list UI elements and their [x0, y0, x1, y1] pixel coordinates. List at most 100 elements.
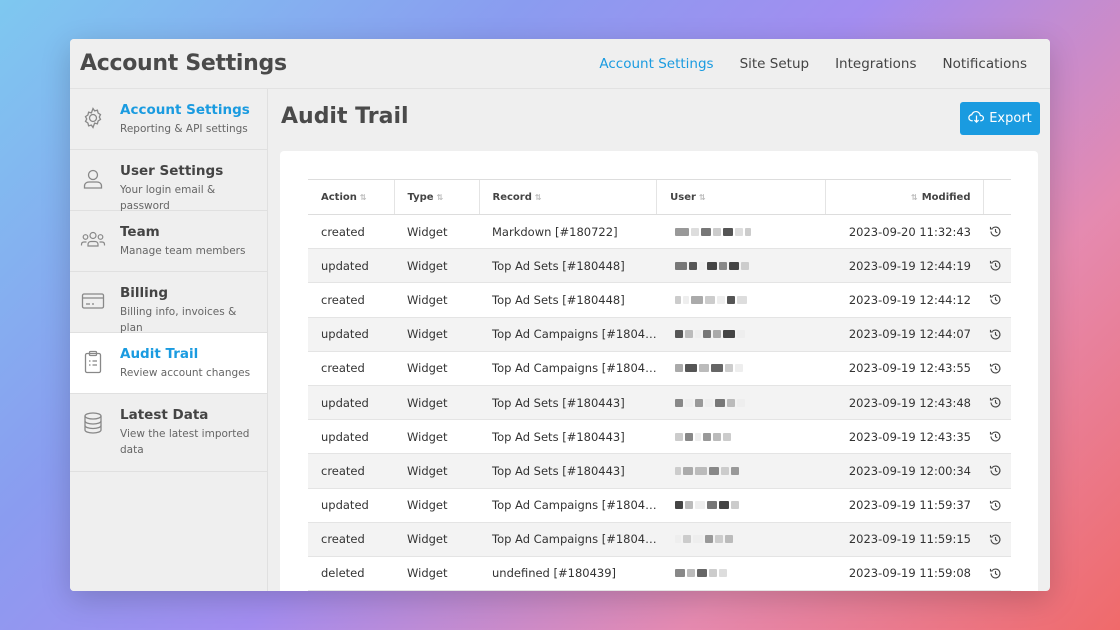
sidebar-item-account-settings[interactable]: Account Settings Reporting & API setting…	[70, 89, 267, 150]
top-nav-site-setup[interactable]: Site Setup	[727, 56, 823, 72]
cell-action: updated	[308, 488, 394, 523]
cell-record: Top Ad Sets [#180448]	[479, 248, 657, 284]
sidebar-item-billing[interactable]: Billing Billing info, invoices & plan	[70, 272, 267, 334]
sort-icon: ⇅	[359, 192, 367, 202]
cell-user-redacted	[656, 556, 826, 591]
history-icon[interactable]	[989, 293, 1011, 306]
cell-record: Top Ad Campaigns [#1804…	[479, 522, 657, 557]
cell-record: Top Ad Campaigns [#1804…	[479, 488, 657, 523]
cell-history[interactable]	[983, 385, 1011, 421]
cell-history[interactable]	[983, 317, 1011, 352]
sidebar-item-subtitle: Manage team members	[120, 245, 246, 257]
sidebar-item-audit-trail[interactable]: Audit Trail Review account changes	[70, 333, 267, 394]
table-row[interactable]: created Widget Top Ad Sets [#180448] 2023-0…	[308, 282, 1011, 318]
cell-history[interactable]	[983, 248, 1011, 284]
cell-record: Markdown [#180722]	[479, 214, 657, 250]
cell-user-redacted	[656, 351, 826, 386]
top-nav-integrations[interactable]: Integrations	[822, 56, 929, 72]
history-icon[interactable]	[989, 464, 1011, 477]
history-icon[interactable]	[989, 567, 1011, 580]
history-icon[interactable]	[989, 362, 1011, 375]
top-nav-account-settings[interactable]: Account Settings	[586, 56, 726, 72]
sort-icon: ⇅	[698, 192, 706, 202]
history-icon[interactable]	[989, 499, 1011, 512]
cell-history[interactable]	[983, 453, 1011, 489]
cell-history[interactable]	[983, 522, 1011, 557]
export-button[interactable]: Export	[960, 102, 1040, 135]
cell-modified: 2023-09-19 12:00:34	[825, 453, 983, 489]
cell-modified: 2023-09-19 11:59:15	[825, 522, 983, 557]
cell-user-redacted	[656, 453, 826, 489]
cell-history[interactable]	[983, 214, 1011, 250]
sidebar-item-user-settings[interactable]: User Settings Your login email & passwor…	[70, 150, 267, 212]
redacted-user	[674, 397, 745, 409]
cell-modified: 2023-09-19 11:59:37	[825, 488, 983, 523]
column-header-label: User	[670, 191, 696, 203]
cell-history[interactable]	[983, 351, 1011, 386]
column-header-history	[982, 179, 1011, 215]
cell-type: Widget	[394, 351, 479, 386]
cell-type: Widget	[394, 317, 479, 352]
cell-record: Top Ad Sets [#180443]	[479, 385, 657, 421]
sort-icon: ⇅	[436, 192, 444, 202]
cell-history[interactable]	[983, 419, 1011, 455]
cell-user-redacted	[656, 419, 826, 455]
column-header-modified[interactable]: ⇅ Modified	[825, 179, 983, 215]
redacted-user	[674, 499, 739, 511]
cell-user-redacted	[656, 488, 826, 523]
table-row[interactable]: created Widget Markdown [#180722] 2023-09-2…	[308, 214, 1011, 250]
audit-table-card: Action ⇅ Type ⇅ Record ⇅ User ⇅ ⇅ Modified cr…	[280, 151, 1038, 591]
table-body: created Widget Markdown [#180722] 2023-09-2…	[308, 214, 1011, 591]
table-row[interactable]: deleted Widget undefined [#180439] 2023-09-…	[308, 556, 1011, 591]
cell-action: created	[308, 351, 394, 386]
credit-card-icon	[80, 288, 106, 314]
cell-action: created	[308, 522, 394, 557]
history-icon[interactable]	[989, 259, 1011, 272]
database-icon	[80, 410, 106, 436]
history-icon[interactable]	[989, 328, 1011, 341]
redacted-user	[674, 533, 733, 545]
table-row[interactable]: created Widget Top Ad Campaigns [#1804… 202…	[308, 351, 1011, 386]
cell-modified: 2023-09-19 11:59:08	[825, 556, 983, 591]
table-row[interactable]: updated Widget Top Ad Sets [#180448] 2023-0…	[308, 248, 1011, 284]
cell-modified: 2023-09-19 12:44:07	[825, 317, 983, 352]
cell-modified: 2023-09-19 12:43:55	[825, 351, 983, 386]
team-icon	[80, 227, 106, 253]
table-row[interactable]: created Widget Top Ad Sets [#180443] 2023-0…	[308, 453, 1011, 489]
cell-history[interactable]	[983, 282, 1011, 318]
table-row[interactable]: updated Widget Top Ad Sets [#180443] 2023-0…	[308, 385, 1011, 421]
sidebar-item-latest-data[interactable]: Latest Data View the latest imported dat…	[70, 394, 267, 472]
cell-type: Widget	[394, 488, 479, 523]
sidebar-item-title: Audit Trail	[120, 346, 199, 362]
table-row[interactable]: updated Widget Top Ad Sets [#180443] 2023-0…	[308, 419, 1011, 455]
redacted-user	[674, 226, 751, 238]
cloud-download-icon	[968, 108, 985, 129]
table-row[interactable]: updated Widget Top Ad Campaigns [#1804… 202…	[308, 488, 1011, 523]
cell-record: Top Ad Campaigns [#1804…	[479, 317, 657, 352]
history-icon[interactable]	[989, 396, 1011, 409]
sidebar-item-title: User Settings	[120, 163, 224, 179]
history-icon[interactable]	[989, 225, 1011, 238]
redacted-user	[674, 328, 745, 340]
sort-icon: ⇅	[911, 192, 918, 202]
cell-record: Top Ad Campaigns [#1804…	[479, 351, 657, 386]
column-header-record[interactable]: Record ⇅	[478, 179, 657, 215]
table-row[interactable]: created Widget Top Ad Campaigns [#1804… 202…	[308, 522, 1011, 557]
top-nav-notifications[interactable]: Notifications	[930, 56, 1041, 72]
clipboard-icon	[80, 349, 106, 375]
column-header-action[interactable]: Action ⇅	[308, 179, 394, 215]
cell-history[interactable]	[983, 556, 1011, 591]
cell-action: updated	[308, 385, 394, 421]
redacted-user	[674, 567, 727, 579]
history-icon[interactable]	[989, 533, 1011, 546]
table-row[interactable]: updated Widget Top Ad Campaigns [#1804… 202…	[308, 317, 1011, 352]
cell-modified: 2023-09-20 11:32:43	[825, 214, 983, 250]
history-icon[interactable]	[989, 430, 1011, 443]
cell-user-redacted	[656, 248, 826, 284]
column-header-label: Record	[492, 191, 532, 203]
cell-type: Widget	[394, 385, 479, 421]
sidebar-item-team[interactable]: Team Manage team members	[70, 211, 267, 272]
column-header-user[interactable]: User ⇅	[656, 179, 826, 215]
column-header-type[interactable]: Type ⇅	[393, 179, 479, 215]
cell-history[interactable]	[983, 488, 1011, 523]
